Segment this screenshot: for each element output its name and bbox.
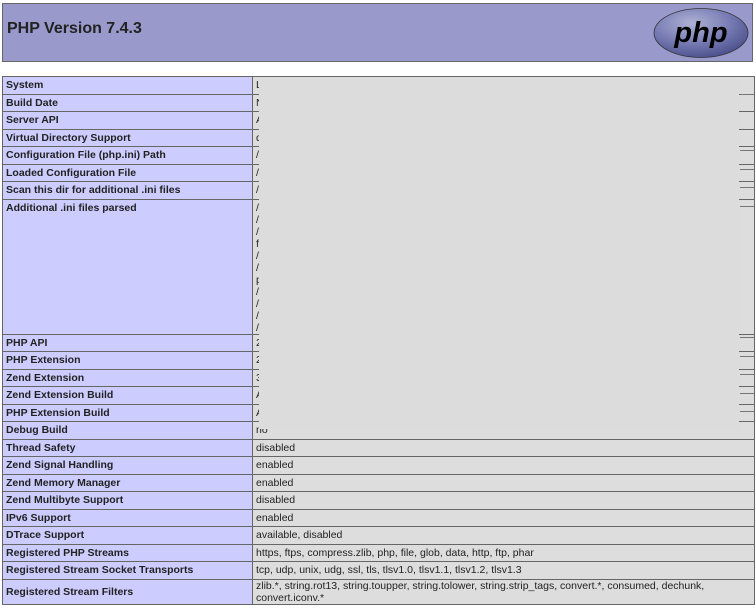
row-key: PHP Extension Build xyxy=(2,403,253,422)
row-key: Registered Stream Filters xyxy=(2,578,253,605)
row-key: System xyxy=(2,76,253,95)
row-value: tcp, udp, unix, udg, ssl, tls, tlsv1.0, … xyxy=(252,561,755,580)
row-key: Configuration File (php.ini) Path xyxy=(2,146,253,165)
row-divider xyxy=(740,94,754,95)
row-divider xyxy=(740,411,754,412)
row-key: IPv6 Support xyxy=(2,508,253,527)
row-value: enabled xyxy=(252,508,755,527)
row-key: Zend Signal Handling xyxy=(2,456,253,475)
row-key: Registered PHP Streams xyxy=(2,543,253,562)
table-row: Registered Stream Socket Transports tcp, … xyxy=(2,561,755,580)
row-key: Debug Build xyxy=(2,421,253,440)
row-key: Thread Safety xyxy=(2,438,253,457)
table-row: Zend Multibyte Support disabled xyxy=(2,491,755,510)
row-divider xyxy=(740,337,754,338)
row-divider xyxy=(740,356,754,357)
row-key: Loaded Configuration File xyxy=(2,163,253,182)
row-key: Registered Stream Socket Transports xyxy=(2,561,253,580)
php-logo-text: php xyxy=(673,17,727,49)
table-row: IPv6 Support enabled xyxy=(2,508,755,527)
row-value: zlib.*, string.rot13, string.toupper, st… xyxy=(252,578,755,605)
row-key: Virtual Directory Support xyxy=(2,128,253,147)
row-divider xyxy=(740,150,754,151)
row-key: Scan this dir for additional .ini files xyxy=(2,181,253,200)
row-key: Build Date xyxy=(2,93,253,112)
row-value: enabled xyxy=(252,473,755,492)
table-row: Zend Memory Manager enabled xyxy=(2,473,755,492)
row-divider xyxy=(740,374,754,375)
row-divider xyxy=(740,169,754,170)
table-row: Zend Signal Handling enabled xyxy=(2,456,755,475)
row-key: DTrace Support xyxy=(2,526,253,545)
row-value: disabled xyxy=(252,491,755,510)
page-title: PHP Version 7.4.3 xyxy=(7,20,142,37)
page-header: PHP Version 7.4.3 php xyxy=(2,3,753,62)
row-key: Zend Extension Build xyxy=(2,386,253,405)
table-row: Registered Stream Filters zlib.*, string.… xyxy=(2,578,755,605)
row-key: PHP Extension xyxy=(2,351,253,370)
row-divider xyxy=(740,206,754,207)
row-divider xyxy=(740,393,754,394)
row-value: disabled xyxy=(252,438,755,457)
row-value: available, disabled xyxy=(252,526,755,545)
php-logo: php xyxy=(653,8,749,58)
row-key: Additional .ini files parsed xyxy=(2,198,253,335)
row-value: https, ftps, compress.zlib, php, file, g… xyxy=(252,543,755,562)
row-key: PHP API xyxy=(2,333,253,352)
row-key: Server API xyxy=(2,111,253,130)
row-divider xyxy=(740,187,754,188)
redaction-overlay xyxy=(259,77,739,429)
table-row: DTrace Support available, disabled xyxy=(2,526,755,545)
row-key: Zend Multibyte Support xyxy=(2,491,253,510)
row-key: Zend Memory Manager xyxy=(2,473,253,492)
table-row: Registered PHP Streams https, ftps, compr… xyxy=(2,543,755,562)
row-key: Zend Extension xyxy=(2,368,253,387)
table-row: Thread Safety disabled xyxy=(2,438,755,457)
row-value: enabled xyxy=(252,456,755,475)
